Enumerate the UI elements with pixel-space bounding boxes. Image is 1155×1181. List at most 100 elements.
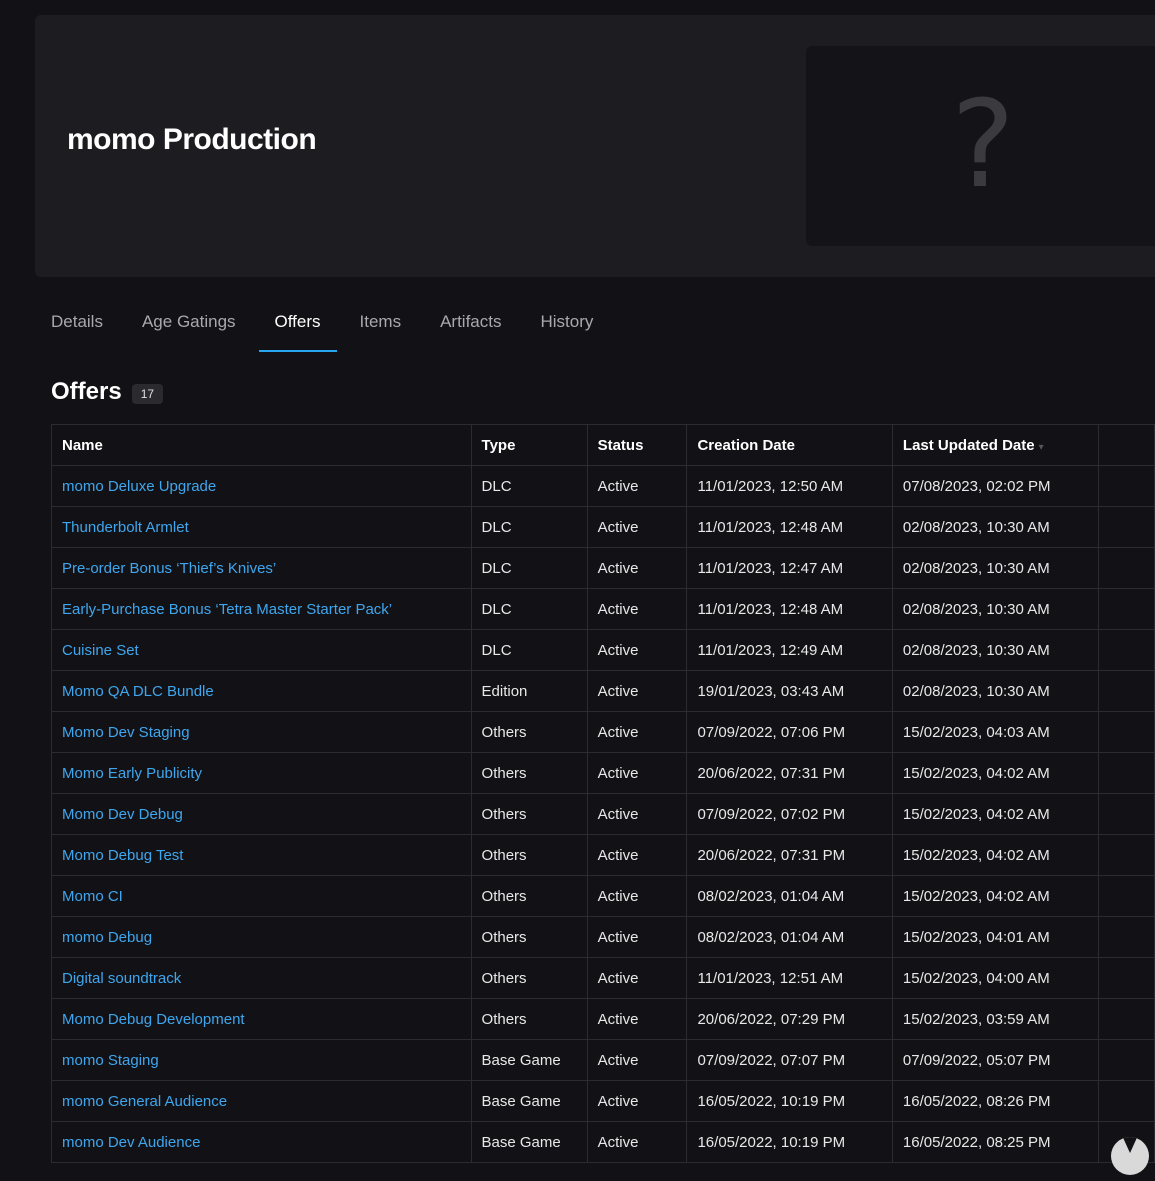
offer-name-link[interactable]: Momo QA DLC Bundle bbox=[62, 683, 214, 700]
column-header-label: Status bbox=[597, 436, 644, 454]
offer-status-cell: Active bbox=[597, 518, 639, 536]
offer-name-link[interactable]: momo Staging bbox=[62, 1052, 159, 1069]
offer-name-link[interactable]: momo General Audience bbox=[62, 1093, 227, 1110]
table-cell: Others bbox=[470, 711, 588, 753]
offer-last-updated-cell: 07/09/2022, 05:07 PM bbox=[902, 1051, 1051, 1069]
product-image-placeholder: ? bbox=[806, 46, 1155, 246]
offer-type-cell: Others bbox=[481, 887, 527, 905]
row-actions-cell bbox=[1098, 834, 1155, 876]
offer-type-cell: Others bbox=[481, 928, 527, 946]
offer-name-link[interactable]: Momo Early Publicity bbox=[62, 765, 202, 782]
tab-history[interactable]: History bbox=[524, 298, 609, 352]
table-row: Pre-order Bonus ‘Thief’s Knives’ DLC Activ… bbox=[51, 547, 1155, 589]
tab-age-gatings[interactable]: Age Gatings bbox=[126, 298, 252, 352]
table-cell: Others bbox=[470, 752, 588, 794]
offer-name-link[interactable]: momo Debug bbox=[62, 929, 152, 946]
help-widget-button[interactable] bbox=[1111, 1137, 1149, 1175]
tab-offers[interactable]: Offers bbox=[258, 298, 337, 352]
offer-name-link[interactable]: momo Dev Audience bbox=[62, 1134, 200, 1151]
column-header-name[interactable]: Name bbox=[51, 424, 472, 466]
column-header-last-updated-date[interactable]: Last Updated Date ▾ bbox=[891, 424, 1100, 466]
offer-creation-date-cell: 20/06/2022, 07:29 PM bbox=[697, 1010, 846, 1028]
offer-last-updated-cell: 02/08/2023, 10:30 AM bbox=[902, 518, 1050, 536]
row-actions-cell bbox=[1098, 957, 1155, 999]
offer-type-cell: Others bbox=[481, 764, 527, 782]
offer-name-link[interactable]: Pre-order Bonus ‘Thief’s Knives’ bbox=[62, 560, 276, 577]
offer-type-cell: Others bbox=[481, 969, 527, 987]
table-cell: 16/05/2022, 08:25 PM bbox=[891, 1121, 1100, 1163]
table-cell: Active bbox=[586, 793, 688, 835]
offer-name-link[interactable]: Digital soundtrack bbox=[62, 970, 181, 987]
offer-status-cell: Active bbox=[597, 682, 639, 700]
column-header-status[interactable]: Status bbox=[586, 424, 688, 466]
row-actions-cell bbox=[1098, 629, 1155, 671]
table-cell: Others bbox=[470, 834, 588, 876]
offer-creation-date-cell: 16/05/2022, 10:19 PM bbox=[697, 1092, 846, 1110]
table-cell: 19/01/2023, 03:43 AM bbox=[686, 670, 893, 712]
row-actions-cell bbox=[1098, 875, 1155, 917]
table-cell: 11/01/2023, 12:48 AM bbox=[686, 506, 893, 548]
table-cell: 11/01/2023, 12:48 AM bbox=[686, 588, 893, 630]
column-header-type[interactable]: Type bbox=[470, 424, 588, 466]
table-cell: Active bbox=[586, 465, 688, 507]
table-row: momo Dev Audience Base Game Active 16/05/20… bbox=[51, 1121, 1155, 1163]
offer-name-link[interactable]: Cuisine Set bbox=[62, 642, 139, 659]
offer-creation-date-cell: 11/01/2023, 12:47 AM bbox=[697, 559, 844, 577]
table-cell: DLC bbox=[470, 547, 588, 589]
offer-name-link[interactable]: Momo Dev Staging bbox=[62, 724, 190, 741]
table-row: Momo Debug Test Others Active 20/06/2022, 0… bbox=[51, 834, 1155, 876]
table-cell: Active bbox=[586, 1039, 688, 1081]
offer-last-updated-cell: 15/02/2023, 04:03 AM bbox=[902, 723, 1050, 741]
tab-items[interactable]: Items bbox=[344, 298, 418, 352]
column-header-label: Last Updated Date bbox=[902, 436, 1035, 454]
offer-name-link[interactable]: Early-Purchase Bonus ‘Tetra Master Start… bbox=[62, 601, 392, 618]
tab-artifacts[interactable]: Artifacts bbox=[424, 298, 517, 352]
table-row: momo Staging Base Game Active 07/09/2022, 0… bbox=[51, 1039, 1155, 1081]
offer-status-cell: Active bbox=[597, 723, 639, 741]
table-cell: 07/09/2022, 07:07 PM bbox=[686, 1039, 893, 1081]
tab-details[interactable]: Details bbox=[35, 298, 119, 352]
table-cell: Active bbox=[586, 1080, 688, 1122]
offer-last-updated-cell: 15/02/2023, 04:02 AM bbox=[902, 846, 1050, 864]
offer-status-cell: Active bbox=[597, 1092, 639, 1110]
table-cell: Momo QA DLC Bundle bbox=[51, 670, 472, 712]
row-actions-cell bbox=[1098, 711, 1155, 753]
offer-type-cell: Edition bbox=[481, 682, 528, 700]
table-row: Momo Dev Staging Others Active 07/09/2022, … bbox=[51, 711, 1155, 753]
offer-status-cell: Active bbox=[597, 805, 639, 823]
table-row: Momo Early Publicity Others Active 20/06/20… bbox=[51, 752, 1155, 794]
table-row: momo Debug Others Active 08/02/2023, 01:04 … bbox=[51, 916, 1155, 958]
offer-type-cell: DLC bbox=[481, 600, 512, 618]
row-actions-cell bbox=[1098, 1039, 1155, 1081]
offer-name-link[interactable]: Momo Debug Test bbox=[62, 847, 183, 864]
table-cell: momo Staging bbox=[51, 1039, 472, 1081]
row-actions-cell bbox=[1098, 547, 1155, 589]
table-cell: Base Game bbox=[470, 1039, 588, 1081]
offer-status-cell: Active bbox=[597, 1133, 639, 1151]
offer-name-link[interactable]: Momo Debug Development bbox=[62, 1011, 245, 1028]
row-actions-cell bbox=[1098, 506, 1155, 548]
offer-last-updated-cell: 15/02/2023, 04:01 AM bbox=[902, 928, 1050, 946]
offer-creation-date-cell: 11/01/2023, 12:48 AM bbox=[697, 518, 844, 536]
offer-type-cell: Base Game bbox=[481, 1133, 561, 1151]
table-cell: 07/09/2022, 07:02 PM bbox=[686, 793, 893, 835]
offer-name-link[interactable]: momo Deluxe Upgrade bbox=[62, 478, 216, 495]
offer-name-link[interactable]: Thunderbolt Armlet bbox=[62, 519, 189, 536]
table-cell: 02/08/2023, 10:30 AM bbox=[891, 670, 1100, 712]
offer-status-cell: Active bbox=[597, 1051, 639, 1069]
offer-name-link[interactable]: Momo CI bbox=[62, 888, 123, 905]
row-actions-cell bbox=[1098, 1080, 1155, 1122]
table-cell: Active bbox=[586, 752, 688, 794]
table-cell: momo Dev Audience bbox=[51, 1121, 472, 1163]
question-mark-icon: ? bbox=[951, 76, 1015, 215]
table-cell: momo General Audience bbox=[51, 1080, 472, 1122]
table-cell: 15/02/2023, 04:01 AM bbox=[891, 916, 1100, 958]
row-actions-cell bbox=[1098, 916, 1155, 958]
column-header-creation-date[interactable]: Creation Date bbox=[686, 424, 893, 466]
table-cell: DLC bbox=[470, 588, 588, 630]
table-cell: Active bbox=[586, 629, 688, 671]
table-cell: 07/09/2022, 07:06 PM bbox=[686, 711, 893, 753]
offer-name-link[interactable]: Momo Dev Debug bbox=[62, 806, 183, 823]
offers-title: Offers bbox=[51, 378, 122, 405]
table-cell: Active bbox=[586, 547, 688, 589]
